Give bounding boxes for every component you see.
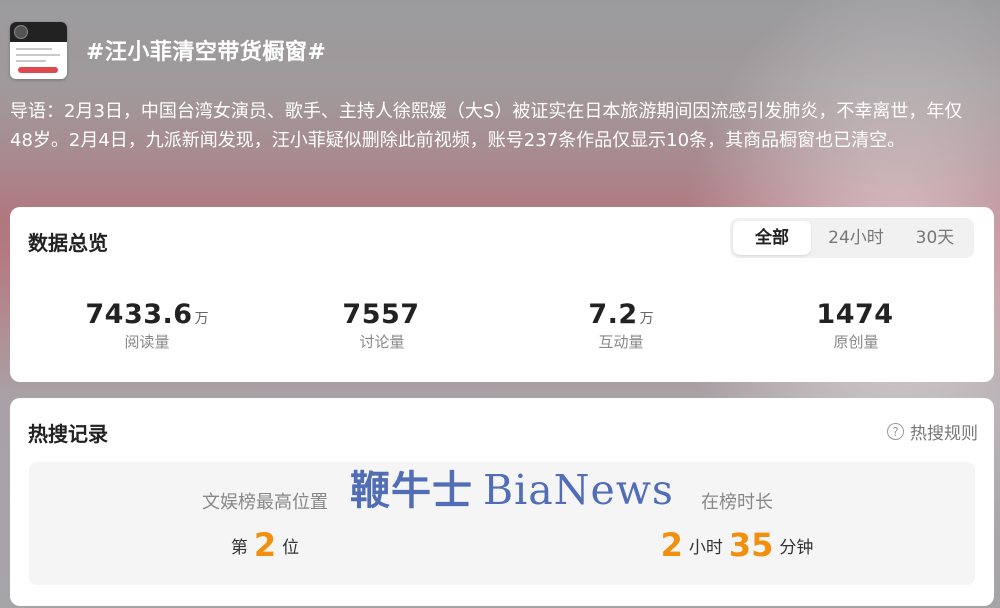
tab-30d[interactable]: 30天	[900, 221, 970, 255]
overview-card: 数据总览 全部 24小时 30天 7433.6 万 阅读量 7557 讨论量 7.…	[10, 207, 994, 382]
watermark-cn: 鞭牛士	[350, 467, 473, 514]
topic-thumbnail[interactable]	[10, 22, 67, 79]
stat-label: 讨论量	[359, 333, 405, 351]
time-range-tabs: 全部 24小时 30天	[730, 218, 974, 258]
rank-prefix: 第	[230, 538, 248, 558]
duration-minutes-unit: 分钟	[779, 538, 814, 558]
stat-interactions: 7.2 万 互动量	[511, 299, 731, 352]
tab-all[interactable]: 全部	[733, 221, 811, 255]
stat-value: 7.2	[588, 299, 638, 330]
stat-discussions: 7557 讨论量	[272, 299, 492, 352]
stat-unit: 万	[194, 311, 209, 327]
rank-value: 2	[253, 526, 277, 564]
hot-search-rules-link[interactable]: ? 热搜规则	[887, 419, 978, 444]
stat-label: 互动量	[598, 333, 644, 351]
hot-search-title: 热搜记录	[28, 422, 108, 446]
stat-label: 阅读量	[124, 333, 170, 351]
topic-intro: 导语：2月3日，中国台湾女演员、歌手、主持人徐熙媛（大S）被证实在日本旅游期间因…	[10, 101, 963, 151]
topic-title: #汪小菲清空带货橱窗#	[86, 40, 327, 65]
stat-label: 原创量	[833, 333, 879, 351]
overview-title: 数据总览	[28, 231, 108, 255]
rank-value-line: 第2位	[135, 526, 395, 564]
stat-value: 7557	[342, 299, 420, 330]
rules-label: 热搜规则	[910, 424, 978, 444]
duration-minutes: 35	[728, 526, 774, 564]
duration-hours: 2	[660, 526, 683, 564]
stat-value: 1474	[816, 299, 894, 330]
stat-original: 1474 原创量	[746, 299, 966, 352]
tab-24h[interactable]: 24小时	[815, 221, 897, 255]
duration-hours-unit: 小时	[688, 538, 723, 558]
watermark-logo: 鞭牛士 BiaNews	[350, 458, 674, 516]
watermark-en: BiaNews	[483, 466, 674, 514]
avatar	[14, 25, 28, 39]
stat-reads: 7433.6 万 阅读量	[37, 299, 257, 352]
stat-unit: 万	[639, 311, 654, 327]
question-icon: ?	[887, 423, 904, 440]
duration-value-line: 2 小时 35 分钟	[607, 526, 867, 564]
rank-suffix: 位	[282, 538, 300, 558]
stat-value: 7433.6	[85, 299, 193, 330]
